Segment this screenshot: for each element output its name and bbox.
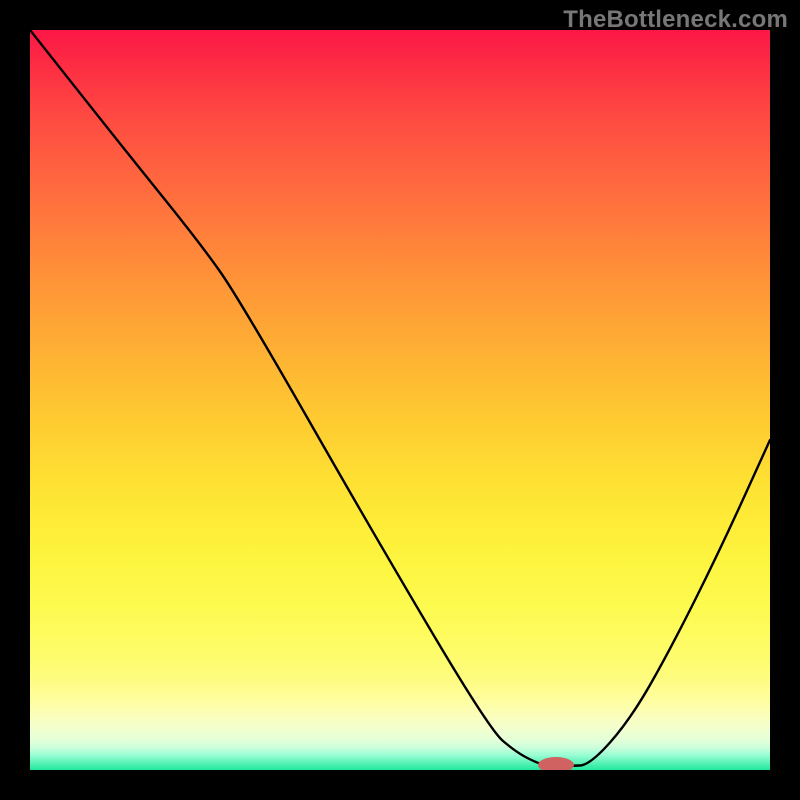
gradient-plot-area xyxy=(30,30,770,770)
bottleneck-curve xyxy=(30,30,770,766)
watermark-text: TheBottleneck.com xyxy=(563,6,788,34)
selected-marker xyxy=(538,757,574,770)
chart-svg xyxy=(30,30,770,770)
